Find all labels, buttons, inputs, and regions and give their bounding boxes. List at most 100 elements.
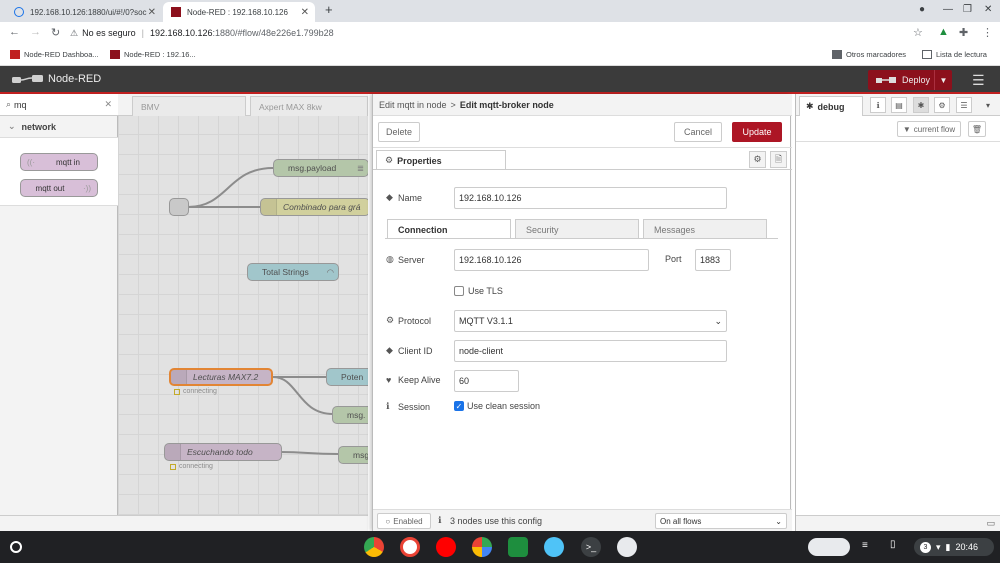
youtube-icon[interactable]: [436, 537, 456, 557]
play-store-icon[interactable]: [472, 537, 492, 557]
tab-debug[interactable]: ✱ debug: [799, 96, 863, 116]
client-id-field[interactable]: node-client: [454, 340, 727, 362]
tab-divider: [373, 169, 792, 170]
gear-icon[interactable]: ⚙: [934, 97, 950, 113]
scope-select[interactable]: On all flows ⌄: [655, 513, 787, 529]
deploy-button[interactable]: Deploy ▼: [868, 70, 952, 90]
book-icon[interactable]: ▤: [891, 97, 907, 113]
clean-session-checkbox[interactable]: ✓: [454, 401, 464, 411]
palette-search-input[interactable]: mq: [14, 100, 27, 110]
bookmark-dashboard[interactable]: Node-RED Dashboa...: [10, 50, 99, 59]
workspace-overlay: [118, 116, 368, 531]
profile-icon[interactable]: ●: [919, 4, 925, 15]
client-id-label: ◆ Client ID: [386, 345, 433, 356]
usage-info: ℹ3 nodes use this config: [438, 515, 543, 526]
bug-icon[interactable]: ✱: [913, 97, 929, 113]
filter-button[interactable]: ▼ current flow: [897, 121, 961, 137]
deploy-dropdown-caret[interactable]: ▼: [934, 70, 952, 90]
cancel-button[interactable]: Cancel: [674, 122, 722, 142]
breadcrumb-parent[interactable]: Edit mqtt in node: [379, 100, 447, 110]
minimize-icon[interactable]: —: [943, 4, 953, 15]
phone-icon[interactable]: ▯: [890, 539, 896, 550]
name-field[interactable]: 192.168.10.126: [454, 187, 727, 209]
app-title: Node-RED: [48, 73, 102, 85]
delete-button[interactable]: Delete: [378, 122, 420, 142]
browser-tab-dashboard[interactable]: 192.168.10.126:1880/ui/#!/0?soc ✕: [6, 2, 162, 22]
close-tab-icon[interactable]: ✕: [301, 7, 309, 18]
url-omnibox[interactable]: ⚠ No es seguro | 192.168.10.126 :1880/#f…: [70, 25, 940, 41]
tab-title: 192.168.10.126:1880/ui/#!/0?soc: [30, 7, 147, 17]
weather-icon[interactable]: [544, 537, 564, 557]
gmail-icon[interactable]: [400, 537, 420, 557]
tab-properties[interactable]: ⚙ Properties: [376, 150, 506, 170]
server-field[interactable]: 192.168.10.126: [454, 249, 649, 271]
browser-tab-node-red[interactable]: Node-RED : 192.168.10.126 ✕: [163, 2, 315, 22]
chevron-down-icon[interactable]: ▾: [980, 97, 996, 113]
flow-workspace[interactable]: BMV Axpert MAX 8kw msg.payload ≣ Combina…: [118, 94, 368, 531]
info-icon: ℹ: [438, 515, 442, 525]
sheets-icon[interactable]: [508, 537, 528, 557]
filter-icon: ▼: [902, 124, 911, 134]
tab-messages[interactable]: Messages: [643, 219, 767, 239]
palette-search[interactable]: ⌕ mq ✕: [0, 94, 118, 116]
extensions-icon[interactable]: ✚: [959, 26, 968, 39]
update-button[interactable]: Update: [732, 122, 782, 142]
bookmark-star-icon[interactable]: ☆: [913, 26, 923, 39]
reload-icon[interactable]: ↻: [51, 26, 60, 39]
debug-toolbar: ▼ current flow 🗑: [796, 116, 1000, 142]
bookmarks-bar: Node-RED Dashboa... Node-RED : 192.16...…: [0, 44, 1000, 66]
launcher-icon[interactable]: [10, 541, 22, 553]
back-arrow-icon[interactable]: ←: [9, 26, 20, 38]
palette-node-mqtt-out[interactable]: mqtt out ·)): [20, 179, 98, 197]
close-tab-icon[interactable]: ✕: [148, 7, 156, 18]
terminal-icon[interactable]: >_: [581, 537, 601, 557]
drive-icon[interactable]: ▲: [938, 26, 949, 38]
chrome-menu-icon[interactable]: ⋮: [982, 26, 993, 39]
port-field[interactable]: 1883: [695, 249, 731, 271]
bug-icon: ✱: [806, 101, 814, 111]
media-icon[interactable]: ≡: [862, 540, 868, 551]
tag-icon: ◆: [386, 192, 393, 202]
tab-security[interactable]: Security: [515, 219, 639, 239]
mqtt-icon: ((·: [27, 157, 35, 167]
trash-icon[interactable]: 🗑: [968, 121, 986, 137]
keep-alive-field[interactable]: 60: [454, 370, 519, 392]
palette-category-network[interactable]: ⌄ network: [0, 116, 118, 138]
bookmark-node-red[interactable]: Node-RED : 192.16...: [110, 50, 196, 59]
clock: 20:46: [955, 542, 979, 552]
palette-category-body: ((· mqtt in mqtt out ·)): [0, 138, 118, 206]
protocol-select[interactable]: MQTT V3.1.1 ⌄: [454, 310, 727, 332]
restore-icon[interactable]: ❐: [963, 4, 972, 15]
tote-icon[interactable]: [808, 538, 850, 556]
clear-search-icon[interactable]: ✕: [104, 99, 112, 110]
reading-list[interactable]: Lista de lectura: [922, 50, 987, 59]
new-tab-button[interactable]: +: [325, 2, 333, 17]
url-host: 192.168.10.126: [149, 28, 213, 38]
enabled-toggle[interactable]: ○ Enabled: [377, 513, 431, 529]
database-icon[interactable]: ☰: [956, 97, 972, 113]
info-icon: ℹ: [386, 401, 390, 411]
keep-alive-label: ♥ Keep Alive: [386, 375, 441, 385]
gear-icon: ⚙: [385, 155, 394, 165]
tux-icon[interactable]: [617, 537, 637, 557]
system-tray[interactable]: 3 ▾ ▮ 20:46: [914, 538, 994, 556]
description-icon[interactable]: 🗎: [770, 151, 787, 168]
mqtt-icon: ·)): [83, 183, 91, 193]
globe-icon: ◍: [386, 254, 394, 264]
clean-session-label: Use clean session: [467, 401, 541, 411]
use-tls-checkbox[interactable]: [454, 286, 464, 296]
chrome-icon[interactable]: [364, 537, 384, 557]
chevron-down-icon: ⌄: [775, 516, 782, 526]
other-bookmarks[interactable]: Otros marcadores: [832, 50, 906, 59]
info-icon[interactable]: ℹ: [870, 97, 886, 113]
settings-gear-icon[interactable]: ⚙: [749, 151, 766, 168]
tab-connection[interactable]: Connection: [387, 219, 511, 239]
heartbeat-icon: ♥: [386, 375, 392, 385]
close-window-icon[interactable]: ✕: [984, 4, 992, 15]
session-label: ℹ Session: [386, 401, 431, 412]
sidebar-tabs: ✱ debug ℹ ▤ ✱ ⚙ ☰ ▾: [796, 94, 1000, 116]
palette-node-mqtt-in[interactable]: ((· mqtt in: [20, 153, 98, 171]
hamburger-menu-icon[interactable]: ☰: [972, 72, 985, 89]
monitor-icon[interactable]: ▭: [986, 518, 995, 529]
forward-arrow-icon[interactable]: →: [30, 26, 41, 38]
